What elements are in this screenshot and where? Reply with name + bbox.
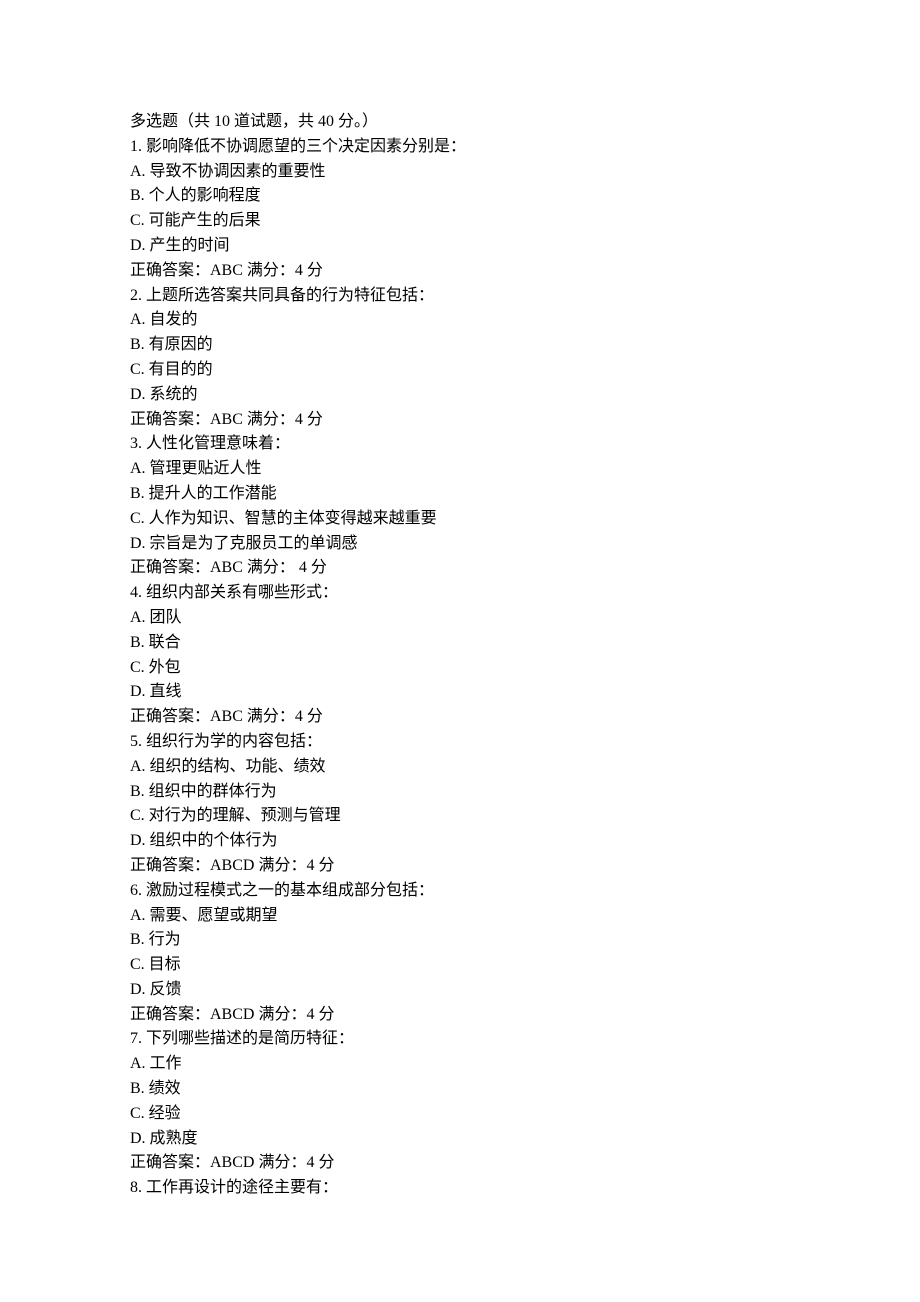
- question-option: B. 提升人的工作潜能: [130, 482, 790, 507]
- question-stem: 7. 下列哪些描述的是简历特征：: [130, 1027, 790, 1052]
- question-answer: 正确答案：ABC 满分：4 分: [130, 705, 790, 730]
- question-answer: 正确答案：ABC 满分： 4 分: [130, 556, 790, 581]
- question-option: C. 目标: [130, 953, 790, 978]
- question-stem: 3. 人性化管理意味着：: [130, 432, 790, 457]
- question-option: D. 反馈: [130, 978, 790, 1003]
- question-option: C. 对行为的理解、预测与管理: [130, 804, 790, 829]
- question-option: D. 组织中的个体行为: [130, 829, 790, 854]
- question-stem: 4. 组织内部关系有哪些形式：: [130, 581, 790, 606]
- question-option: A. 需要、愿望或期望: [130, 904, 790, 929]
- question-option: A. 自发的: [130, 308, 790, 333]
- question-option: D. 直线: [130, 680, 790, 705]
- question-option: D. 产生的时间: [130, 234, 790, 259]
- question-option: D. 成熟度: [130, 1127, 790, 1152]
- question-stem: 6. 激励过程模式之一的基本组成部分包括：: [130, 879, 790, 904]
- question-option: A. 组织的结构、功能、绩效: [130, 755, 790, 780]
- question-option: A. 团队: [130, 606, 790, 631]
- question-stem: 8. 工作再设计的途径主要有：: [130, 1176, 790, 1201]
- question-answer: 正确答案：ABCD 满分：4 分: [130, 1151, 790, 1176]
- question-option: D. 系统的: [130, 383, 790, 408]
- question-option: B. 绩效: [130, 1077, 790, 1102]
- section-header: 多选题（共 10 道试题，共 40 分。）: [130, 110, 790, 135]
- question-answer: 正确答案：ABCD 满分：4 分: [130, 1003, 790, 1028]
- question-option: C. 可能产生的后果: [130, 209, 790, 234]
- question-stem: 5. 组织行为学的内容包括：: [130, 730, 790, 755]
- question-option: B. 行为: [130, 928, 790, 953]
- question-answer: 正确答案：ABC 满分：4 分: [130, 408, 790, 433]
- question-option: B. 组织中的群体行为: [130, 780, 790, 805]
- questions-container: 1. 影响降低不协调愿望的三个决定因素分别是：A. 导致不协调因素的重要性B. …: [130, 135, 790, 1201]
- question-option: C. 人作为知识、智慧的主体变得越来越重要: [130, 507, 790, 532]
- question-option: C. 经验: [130, 1102, 790, 1127]
- question-option: D. 宗旨是为了克服员工的单调感: [130, 532, 790, 557]
- question-answer: 正确答案：ABC 满分：4 分: [130, 259, 790, 284]
- question-stem: 1. 影响降低不协调愿望的三个决定因素分别是：: [130, 135, 790, 160]
- question-option: B. 联合: [130, 631, 790, 656]
- question-option: A. 管理更贴近人性: [130, 457, 790, 482]
- question-option: B. 有原因的: [130, 333, 790, 358]
- question-answer: 正确答案：ABCD 满分：4 分: [130, 854, 790, 879]
- question-option: C. 有目的的: [130, 358, 790, 383]
- question-option: C. 外包: [130, 656, 790, 681]
- question-option: A. 导致不协调因素的重要性: [130, 160, 790, 185]
- question-stem: 2. 上题所选答案共同具备的行为特征包括：: [130, 284, 790, 309]
- question-option: B. 个人的影响程度: [130, 184, 790, 209]
- question-option: A. 工作: [130, 1052, 790, 1077]
